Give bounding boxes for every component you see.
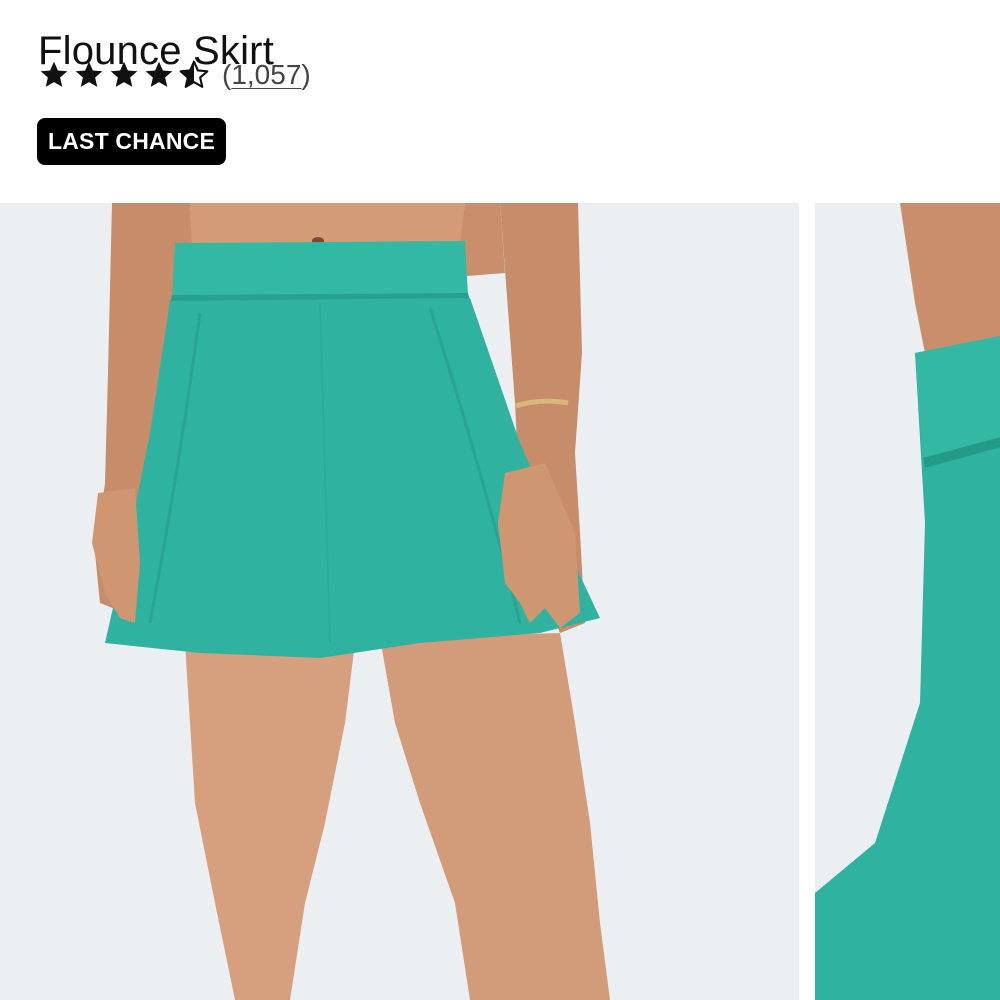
review-count: 1,057 [231, 59, 302, 90]
review-count-close: ) [301, 59, 311, 90]
review-count-open: ( [222, 59, 232, 90]
product-rating[interactable]: (1,057) [38, 58, 311, 92]
product-photo-front [0, 203, 799, 1000]
rating-stars [38, 59, 210, 91]
product-photo-side [815, 203, 1000, 1000]
star-half-icon [179, 60, 209, 88]
star-full-icon [145, 61, 173, 87]
product-image-main[interactable] [0, 203, 799, 1000]
review-count-link[interactable]: (1,057) [222, 59, 311, 91]
star-full-icon [110, 61, 138, 87]
star-full-icon [75, 61, 103, 87]
product-image-carousel[interactable] [0, 203, 1000, 1000]
product-image-next[interactable] [815, 203, 1000, 1000]
star-full-icon [40, 61, 68, 87]
status-badge: LAST CHANCE [37, 118, 226, 165]
